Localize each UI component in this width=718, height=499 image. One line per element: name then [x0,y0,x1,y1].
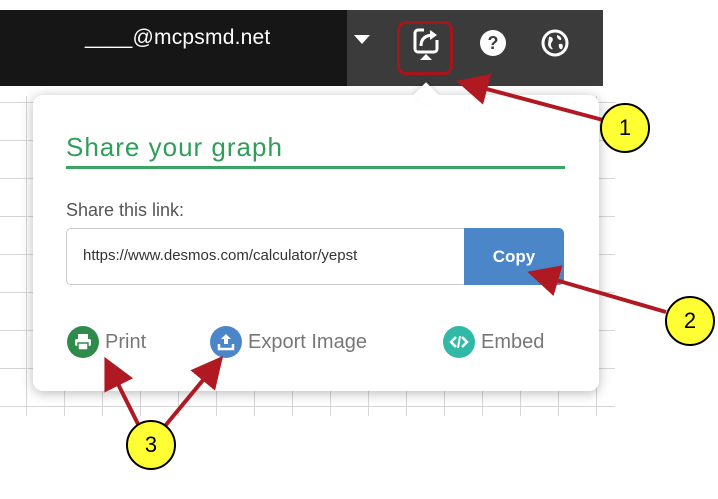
embed-button[interactable]: Embed [443,325,544,359]
print-button[interactable]: Print [67,325,146,359]
callout-2: 2 [665,296,715,346]
title-underline [66,166,565,169]
embed-label: Embed [481,330,545,353]
help-icon[interactable]: ? [478,28,508,58]
upload-icon [210,326,242,358]
export-image-label: Export Image [248,330,367,353]
popup-title: Share your graph [66,132,283,162]
share-link-field[interactable]: https://www.desmos.com/calculator/yepst [66,228,464,285]
callout-1: 1 [600,103,650,153]
print-icon [67,326,99,358]
export-image-button[interactable]: Export Image [210,325,367,359]
share-link-label: Share this link: [66,200,185,220]
user-menu-dropdown-icon[interactable] [354,35,370,44]
share-link-value: https://www.desmos.com/calculator/yepst [83,247,358,264]
globe-icon[interactable] [540,28,570,58]
user-email: ____@mcpsmd.net [85,26,271,49]
copy-button[interactable]: Copy [464,228,564,285]
svg-text:?: ? [488,33,499,53]
callout-3: 3 [126,420,176,470]
share-button-highlight [397,21,453,75]
print-label: Print [105,330,147,353]
embed-code-icon [443,326,475,358]
